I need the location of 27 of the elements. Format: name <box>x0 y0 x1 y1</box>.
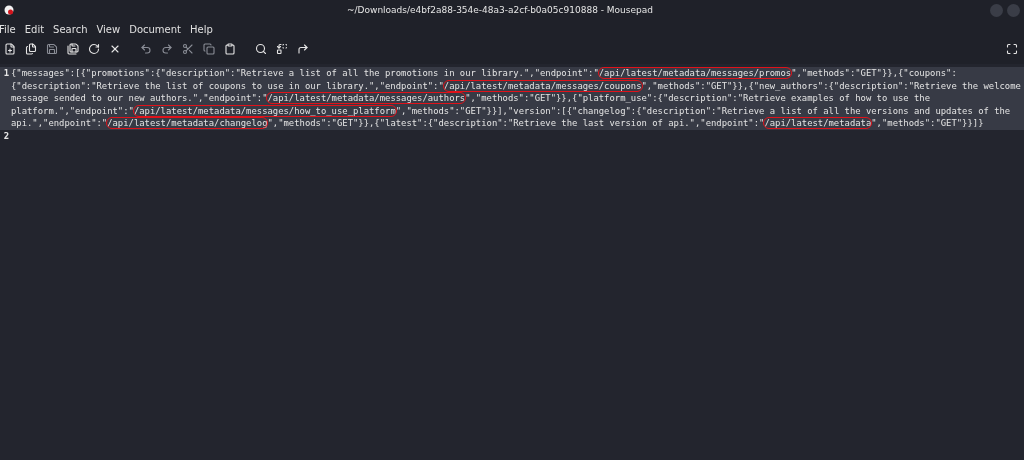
menu-item[interactable]: View <box>96 23 126 35</box>
code-text: api.","endpoint":" <box>11 118 108 129</box>
menu-item[interactable]: Search <box>53 23 93 35</box>
menu-item[interactable]: Help <box>190 23 218 35</box>
circled-endpoint-text: /api/latest/metadata/messages/coupons <box>443 80 642 91</box>
menu-item[interactable]: Document <box>129 23 186 35</box>
code-text: {"messages":[{"promotions":{"description":"Retrieve a list of all the promotions in our library.","endpoint":" <box>11 68 599 78</box>
save-as-icon[interactable] <box>64 40 82 58</box>
code-text: ","methods":"GET"}},{"platform_use":{"description":"Retrieve examples of how to use the <box>465 93 931 104</box>
code-text: message sended to our new authors.","endpoint":" <box>11 93 268 104</box>
code-text: ","methods":"GET"}},{"coupons": <box>791 68 957 78</box>
app-icon <box>4 5 14 15</box>
code-text: ","methods":"GET"}},{"latest":{"description":"Retrieve the last version of api.","endpoint":" <box>267 118 765 129</box>
line-number: 1 <box>2 67 10 80</box>
window-title: ~/Downloads/e4bf2a88-354e-48a3-a2cf-b0a05c910888 - Mousepad <box>346 5 654 15</box>
code-text: {"description":"Retrieve the list of coupons to use in our library.","endpoint":" <box>11 80 444 91</box>
circled-endpoint-text: /api/latest/metadata/messages/promos <box>598 68 792 78</box>
circled-endpoint-text: /api/latest/metadata/changelog <box>107 118 268 129</box>
code-text: ","methods":"GET"}}]} <box>871 118 984 129</box>
line-number: 2 <box>2 129 10 143</box>
code-text: ","methods":"GET"}},{"new_authors":{"description":"Retrieve the welcome <box>641 80 1021 91</box>
menu-item[interactable]: File <box>0 23 21 35</box>
menu-item[interactable]: Edit <box>24 23 50 35</box>
code-text: platform.","endpoint":" <box>11 105 134 116</box>
circled-endpoint-text: /api/latest/metadata/messages/authors <box>267 93 466 104</box>
circled-endpoint-text: /api/latest/metadata/messages/how_to_use_platform <box>133 105 396 116</box>
circled-endpoint-text: /api/latest/metadata <box>764 118 872 129</box>
